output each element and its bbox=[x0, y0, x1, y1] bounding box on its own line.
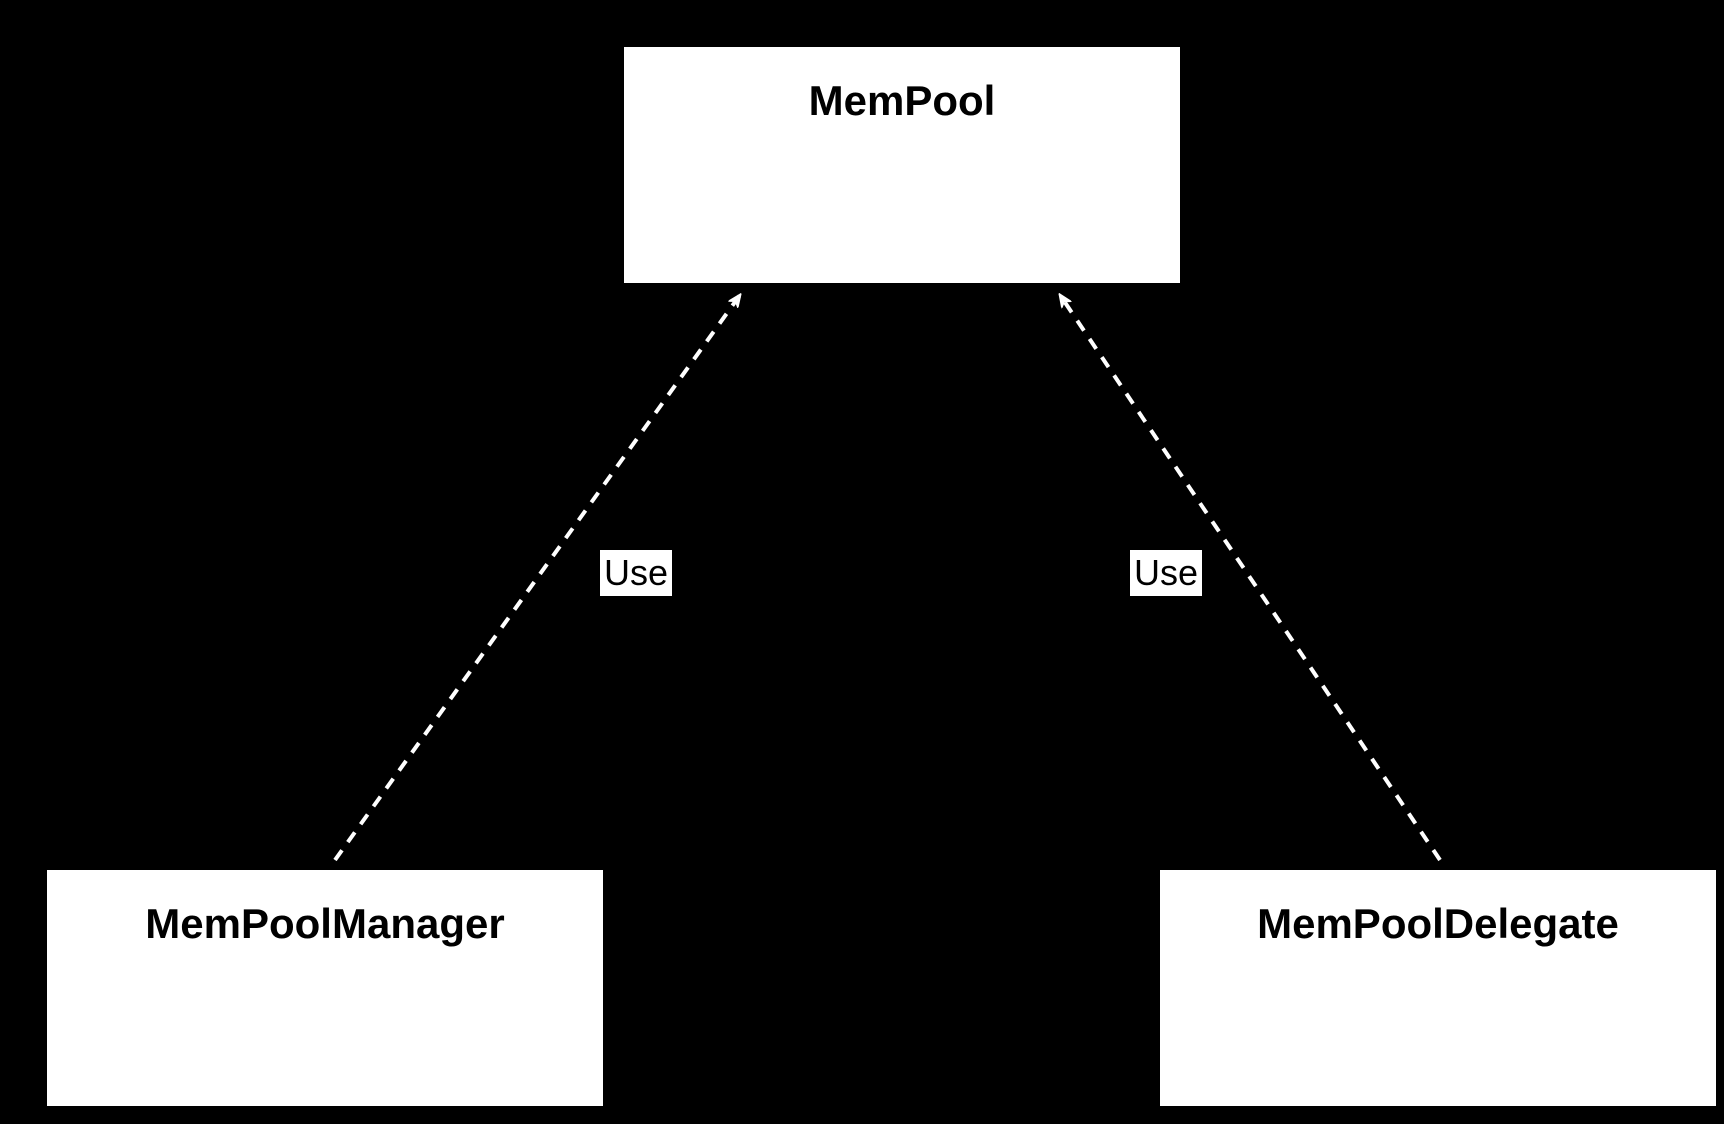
edge-right-line bbox=[1060, 295, 1440, 860]
node-mempooldelegate: MemPoolDelegate bbox=[1158, 868, 1718, 1108]
node-mempoolmanager: MemPoolManager bbox=[45, 868, 605, 1108]
edge-left-label: Use bbox=[600, 550, 672, 596]
node-mempool: MemPool bbox=[622, 45, 1182, 285]
edge-left-line bbox=[335, 295, 740, 860]
class-diagram: MemPool MemPoolManager MemPoolDelegate U… bbox=[0, 0, 1724, 1124]
node-mempoolmanager-label: MemPoolManager bbox=[145, 900, 504, 948]
node-mempooldelegate-label: MemPoolDelegate bbox=[1257, 900, 1619, 948]
node-mempool-label: MemPool bbox=[809, 77, 996, 125]
edge-right-label: Use bbox=[1130, 550, 1202, 596]
